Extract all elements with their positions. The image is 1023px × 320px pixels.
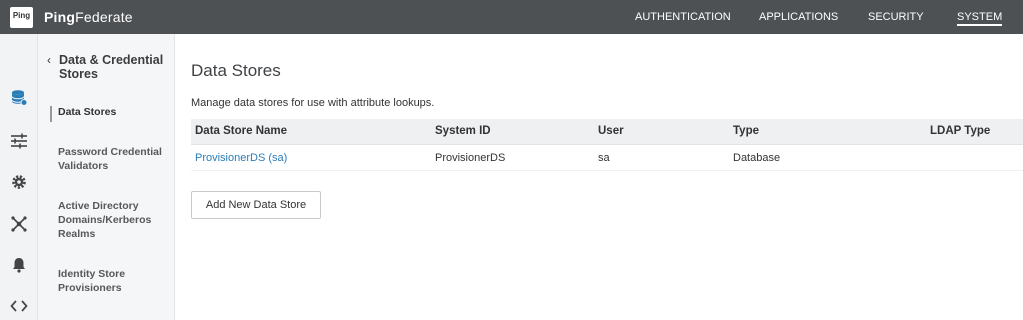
section-sidebar: ‹ Data & Credential Stores Data Stores P… <box>38 34 175 320</box>
data-store-link[interactable]: ProvisionerDS (sa) <box>195 152 287 164</box>
chevron-left-icon: ‹ <box>47 53 51 67</box>
sidebar-item-active-directory-domains[interactable]: Active Directory Domains/Kerberos Realms <box>58 199 168 241</box>
back-to-section-link[interactable]: ‹ Data & Credential Stores <box>47 53 172 81</box>
sidebar-item-identity-store-provisioners[interactable]: Identity Store Provisioners <box>58 267 168 295</box>
active-indicator <box>50 106 52 122</box>
ping-logo[interactable]: Ping <box>10 7 33 28</box>
cluster-icon[interactable] <box>9 214 29 234</box>
data-stores-table: Data Store Name System ID User Type LDAP… <box>191 119 1023 171</box>
table-header: Data Store Name System ID User Type LDAP… <box>191 119 1023 145</box>
sliders-icon[interactable] <box>9 131 29 151</box>
section-heading: Data & Credential Stores <box>59 53 164 81</box>
column-header-name[interactable]: Data Store Name <box>195 125 287 137</box>
column-header-system-id[interactable]: System ID <box>435 125 491 137</box>
sidebar-item-password-credential-validators[interactable]: Password Credential Validators <box>58 145 168 173</box>
type-cell: Database <box>733 152 781 164</box>
nav-system[interactable]: SYSTEM <box>957 11 1003 26</box>
nav-applications[interactable]: APPLICATIONS <box>759 11 838 23</box>
system-id-cell: ProvisionerDS <box>435 152 506 164</box>
nav-security[interactable]: SECURITY <box>868 11 924 23</box>
page-title: Data Stores <box>191 61 281 80</box>
main-content: Data Stores Manage data stores for use w… <box>175 34 1023 320</box>
table-row: ProvisionerDS (sa) ProvisionerDS sa Data… <box>191 145 1023 171</box>
icon-rail <box>0 34 38 320</box>
column-header-type[interactable]: Type <box>733 125 759 137</box>
add-new-data-store-button[interactable]: Add New Data Store <box>191 191 321 219</box>
page-description: Manage data stores for use with attribut… <box>191 97 435 109</box>
database-icon[interactable] <box>9 88 29 108</box>
nav-authentication[interactable]: AUTHENTICATION <box>635 11 731 23</box>
app-title: PingFederate <box>44 9 133 25</box>
sidebar-item-data-stores[interactable]: Data Stores <box>58 105 168 119</box>
top-bar: Ping PingFederate AUTHENTICATION APPLICA… <box>0 0 1023 34</box>
user-cell: sa <box>598 152 610 164</box>
code-icon[interactable] <box>9 296 29 316</box>
bell-icon[interactable] <box>9 255 29 275</box>
column-header-user[interactable]: User <box>598 125 624 137</box>
gear-icon[interactable] <box>9 172 29 192</box>
column-header-ldap-type[interactable]: LDAP Type <box>930 125 990 137</box>
